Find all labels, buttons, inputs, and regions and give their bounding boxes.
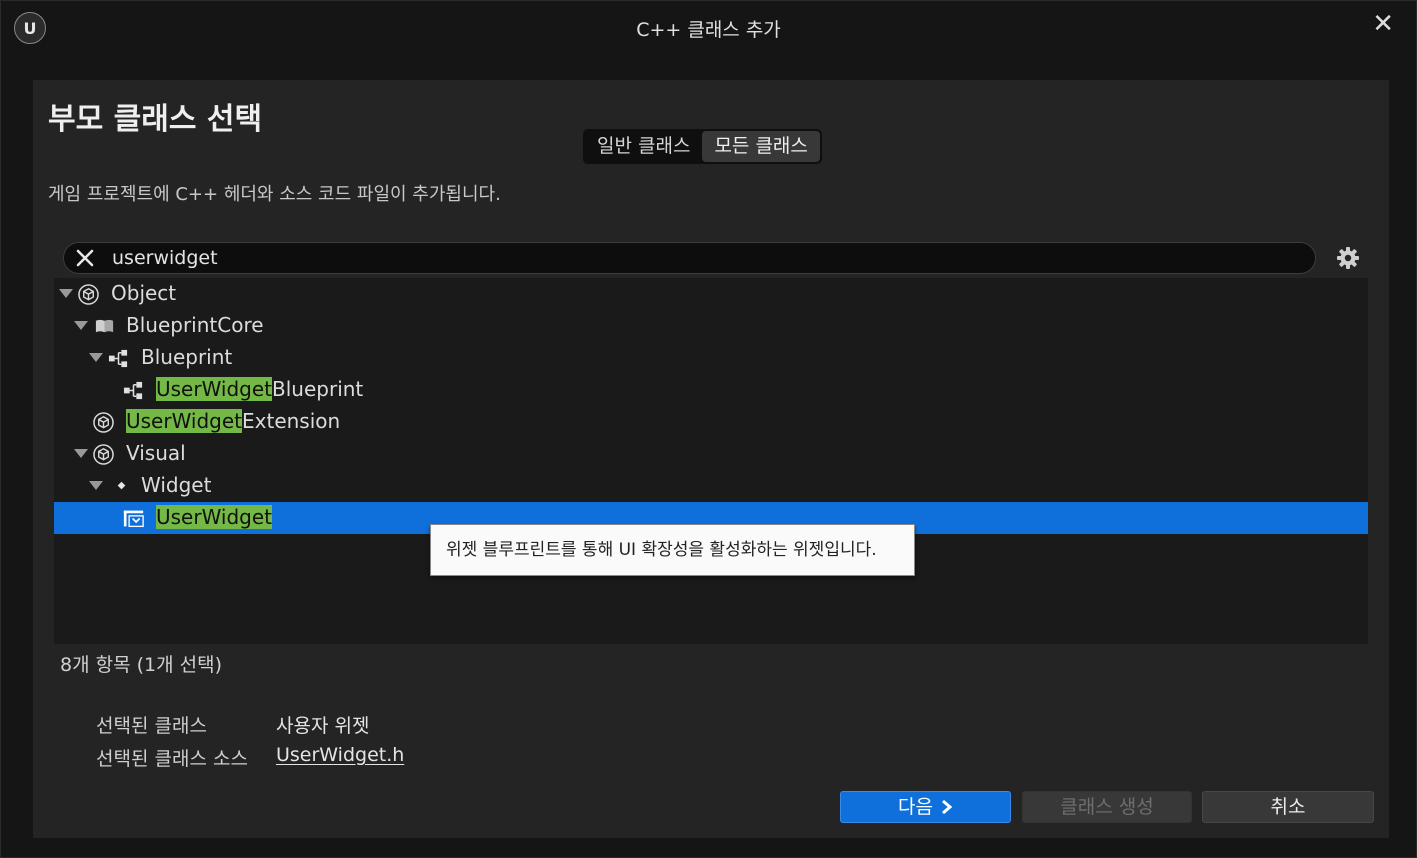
close-icon[interactable] [72, 245, 98, 271]
cancel-button[interactable]: 취소 [1202, 791, 1374, 823]
tree-row-widget[interactable]: Widget [54, 470, 1368, 502]
tree-row-label: UserWidgetExtension [126, 409, 341, 433]
tree-row-blueprint[interactable]: Blueprint [54, 342, 1368, 374]
tree-row-blueprintcore[interactable]: BlueprintCore [54, 310, 1368, 342]
common-classes-tab[interactable]: 일반 클래스 [585, 131, 702, 162]
diamond-icon [117, 481, 126, 490]
expand-caret-icon[interactable] [74, 449, 88, 458]
description-text: 게임 프로젝트에 C++ 헤더와 소스 코드 파일이 추가됩니다. [48, 184, 501, 205]
search-box [63, 242, 1316, 274]
search-input[interactable] [112, 244, 1302, 272]
selected-source-link[interactable]: UserWidget.h [276, 744, 404, 766]
user-widget-icon [123, 510, 144, 528]
window-title: C++ 클래스 추가 [636, 19, 781, 41]
expand-caret-icon[interactable] [89, 353, 103, 362]
title-bar: U C++ 클래스 추가 ✕ [1, 1, 1416, 53]
expand-caret-icon[interactable] [74, 321, 88, 330]
gear-icon[interactable] [1334, 244, 1362, 272]
object-cube-icon [93, 444, 114, 465]
create-class-button[interactable]: 클래스 생성 [1022, 791, 1192, 823]
content-panel: 부모 클래스 선택 일반 클래스 모든 클래스 게임 프로젝트에 C++ 헤더와… [33, 80, 1389, 838]
tree-row-userwidgetextension[interactable]: UserWidgetExtension [54, 406, 1368, 438]
selected-class-label: 선택된 클래스 [96, 715, 207, 737]
tree-row-userwidgetblueprint[interactable]: UserWidgetBlueprint [54, 374, 1368, 406]
blueprint-node-icon [108, 349, 128, 368]
close-button[interactable]: ✕ [1372, 9, 1394, 39]
tree-row-label: UserWidgetBlueprint [156, 377, 364, 401]
class-filter-toggle: 일반 클래스 모든 클래스 [583, 129, 822, 164]
tree-row-label: Visual [126, 441, 186, 465]
next-button-label: 다음 [897, 796, 933, 818]
all-classes-tab[interactable]: 모든 클래스 [702, 131, 820, 162]
object-cube-icon [93, 412, 114, 433]
tree-row-label: BlueprintCore [126, 313, 264, 337]
selected-source-label: 선택된 클래스 소스 [96, 748, 248, 770]
tree-row-label: Widget [141, 473, 212, 497]
tree-row-label: Blueprint [141, 345, 233, 369]
class-tree: Object BlueprintCore Blueprint UserWidge… [54, 278, 1368, 644]
chevron-right-icon [942, 799, 953, 815]
class-tooltip: 위젯 블루프린트를 통해 UI 확장성을 활성화하는 위젯입니다. [430, 524, 915, 576]
expand-caret-icon[interactable] [89, 481, 103, 490]
tree-row-label: Object [111, 281, 177, 305]
page-title: 부모 클래스 선택 [48, 102, 263, 137]
next-button[interactable]: 다음 [840, 791, 1011, 823]
add-cpp-class-dialog: U C++ 클래스 추가 ✕ 부모 클래스 선택 일반 클래스 모든 클래스 게… [0, 0, 1417, 858]
object-cube-icon [78, 284, 99, 305]
tree-row-label: UserWidget [156, 505, 273, 529]
tree-row-visual[interactable]: Visual [54, 438, 1368, 470]
tree-row-object[interactable]: Object [54, 278, 1368, 310]
item-count: 8개 항목 (1개 선택) [60, 654, 223, 676]
selected-class-value: 사용자 위젯 [276, 715, 370, 737]
expand-caret-icon[interactable] [59, 289, 73, 298]
blueprint-node-icon [123, 381, 143, 400]
book-icon [95, 319, 114, 333]
